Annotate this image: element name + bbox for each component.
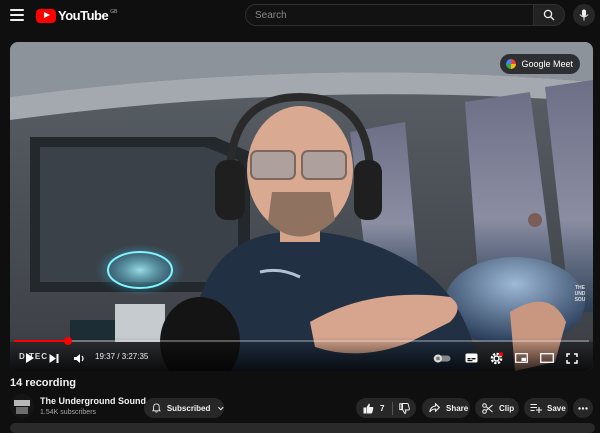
mute-button[interactable] bbox=[72, 351, 86, 365]
mic-icon bbox=[579, 9, 589, 21]
subscriber-count: 1.54K subscribers bbox=[40, 409, 97, 416]
youtube-logo-icon bbox=[36, 8, 56, 23]
more-actions-button[interactable] bbox=[573, 398, 593, 418]
like-divider bbox=[392, 401, 394, 415]
time-display: 19:37 / 3:27:35 bbox=[95, 352, 149, 361]
playlist-add-icon bbox=[530, 403, 542, 413]
progress-fill bbox=[14, 340, 69, 342]
description-box[interactable] bbox=[10, 423, 595, 433]
play-button[interactable] bbox=[24, 351, 36, 365]
video-frame bbox=[10, 42, 593, 371]
search-icon bbox=[543, 9, 555, 21]
progress-scrubber[interactable] bbox=[64, 337, 73, 345]
settings-icon bbox=[490, 351, 503, 364]
play-icon bbox=[26, 353, 34, 363]
google-meet-label: Google Meet bbox=[521, 59, 573, 69]
next-button[interactable] bbox=[48, 351, 60, 365]
thumbs-down-icon bbox=[399, 402, 411, 414]
video-player[interactable]: Google Meet THE UND SOU D TEC 19:37 / 3:… bbox=[10, 42, 593, 371]
more-horizontal-icon bbox=[578, 406, 588, 410]
logo-country: GB bbox=[110, 8, 118, 15]
chevron-down-icon bbox=[218, 406, 224, 410]
subtitles-button[interactable] bbox=[464, 351, 478, 365]
subscribed-button[interactable]: Subscribed bbox=[144, 398, 224, 418]
subscribed-label: Subscribed bbox=[166, 403, 211, 413]
autoplay-toggle[interactable] bbox=[433, 351, 451, 365]
video-title: 14 recording bbox=[10, 377, 77, 389]
bell-icon bbox=[152, 403, 161, 413]
fullscreen-button[interactable] bbox=[565, 351, 579, 365]
google-meet-chip[interactable]: Google Meet bbox=[500, 54, 580, 74]
clip-label: Clip bbox=[499, 403, 515, 413]
save-button[interactable]: Save bbox=[524, 398, 568, 418]
search-input[interactable]: Search bbox=[245, 4, 534, 26]
fullscreen-icon bbox=[566, 352, 578, 364]
thumbs-up-icon bbox=[363, 403, 374, 413]
like-dislike-group: 7 bbox=[356, 398, 416, 418]
search-button[interactable] bbox=[533, 4, 565, 26]
logo-text: YouTube bbox=[58, 8, 109, 23]
theater-mode-button[interactable] bbox=[539, 351, 554, 365]
save-label: Save bbox=[547, 403, 566, 413]
channel-name[interactable]: The Underground Sound bbox=[40, 396, 146, 406]
autoplay-toggle-icon bbox=[433, 354, 451, 362]
search-placeholder: Search bbox=[255, 9, 287, 21]
dislike-button[interactable] bbox=[399, 402, 411, 414]
volume-icon bbox=[73, 353, 84, 363]
subtitles-icon bbox=[465, 353, 477, 363]
settings-button[interactable] bbox=[489, 351, 503, 365]
watermark-line: SOU bbox=[574, 297, 586, 303]
google-meet-icon bbox=[506, 59, 517, 69]
progress-bar[interactable] bbox=[14, 337, 589, 345]
share-label: Share bbox=[446, 403, 469, 413]
share-icon bbox=[429, 403, 440, 413]
youtube-logo[interactable]: YouTube GB bbox=[36, 8, 117, 23]
miniplayer-button[interactable] bbox=[514, 351, 528, 365]
like-button[interactable]: 7 bbox=[363, 403, 384, 414]
theater-icon bbox=[539, 353, 554, 363]
channel-avatar[interactable] bbox=[10, 394, 34, 418]
scissors-icon bbox=[482, 402, 493, 414]
clip-button[interactable]: Clip bbox=[475, 398, 519, 418]
next-icon bbox=[49, 353, 59, 363]
channel-watermark[interactable]: THE UND SOU bbox=[571, 285, 589, 303]
like-count: 7 bbox=[380, 403, 385, 413]
top-bar: YouTube GB Search bbox=[0, 0, 600, 32]
miniplayer-icon bbox=[514, 353, 528, 363]
voice-search-button[interactable] bbox=[573, 4, 595, 26]
menu-icon[interactable] bbox=[10, 9, 24, 21]
avatar-image bbox=[10, 394, 34, 418]
share-button[interactable]: Share bbox=[422, 398, 470, 418]
